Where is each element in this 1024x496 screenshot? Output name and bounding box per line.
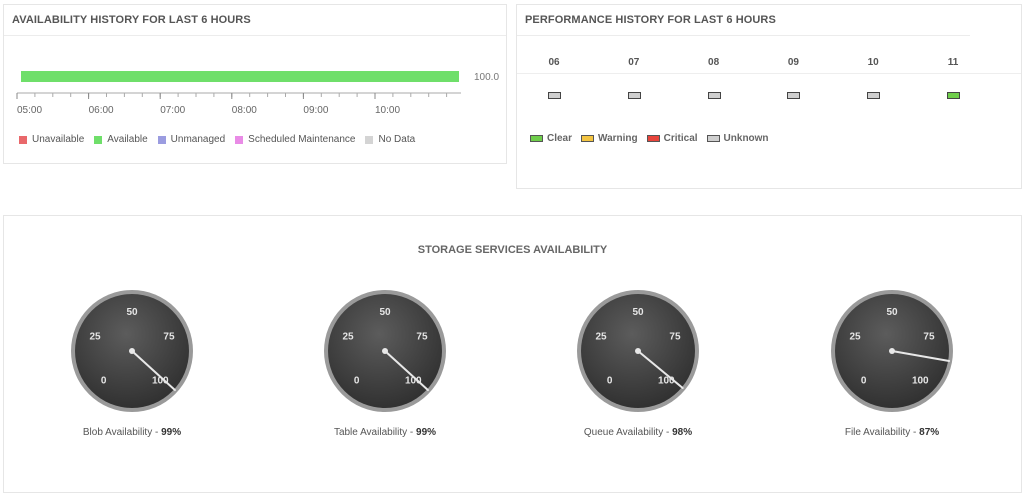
performance-hour-label: 10	[867, 57, 879, 68]
availability-legend-item[interactable]: No Data	[365, 134, 415, 145]
availability-axis-label: 07:00	[160, 105, 185, 116]
performance-history-title: PERFORMANCE HISTORY FOR LAST 6 HOURS	[517, 5, 970, 36]
performance-status-box[interactable]	[867, 92, 881, 99]
gauge-tick-label: 75	[163, 332, 175, 343]
gauge: 0 25 50 75 100	[305, 288, 465, 448]
gauge-dial: 0 25 50 75 100	[831, 290, 953, 412]
availability-legend-item[interactable]: Scheduled Maintenance	[235, 134, 355, 145]
performance-legend-item: Clear	[530, 133, 572, 144]
gauge-caption-label: Queue Availability -	[583, 427, 673, 438]
performance-status-box[interactable]	[787, 92, 801, 99]
gauge-tick-label: 50	[379, 307, 391, 318]
storage-services-title: STORAGE SERVICES AVAILABILITY	[417, 244, 608, 256]
legend-label: Unavailable	[32, 134, 85, 145]
storage-services-panel: STORAGE SERVICES AVAILABILITY 0 25 50 75 100…	[3, 215, 1022, 493]
availability-axis-label: 06:00	[89, 105, 114, 116]
gauge-tick-label: 0	[354, 375, 360, 386]
gauge-hub	[635, 348, 641, 354]
legend-label: Critical	[663, 133, 698, 144]
gauge-caption-value: 99%	[161, 427, 182, 438]
performance-legend-item: Warning	[581, 133, 638, 144]
availability-value-label: 100.0	[474, 72, 499, 83]
gauge-tick-label: 25	[595, 332, 607, 343]
availability-legend: Unavailable Available Unmanaged Scheduled M…	[19, 134, 425, 145]
gauge-tick-label: 25	[342, 332, 354, 343]
availability-axis-label: 10:00	[375, 105, 400, 116]
gauge-tick-label: 50	[126, 307, 138, 318]
performance-legend: Clear Warning Critical Unknown	[530, 133, 778, 144]
gauge-caption-label: Blob Availability -	[82, 427, 162, 438]
availability-legend-item[interactable]: Unmanaged	[157, 134, 226, 145]
performance-status-box[interactable]	[548, 92, 561, 99]
gauge-tick-label: 25	[89, 332, 101, 343]
legend-swatch	[19, 135, 27, 144]
availability-legend-item[interactable]: Available	[94, 134, 148, 145]
gauge-tick-label: 75	[416, 332, 428, 343]
gauge: 0 25 50 75 100	[812, 288, 972, 448]
availability-legend-item[interactable]: Unavailable	[19, 134, 84, 145]
gauge-caption-label: Table Availability -	[333, 427, 417, 438]
legend-swatch	[706, 135, 720, 142]
performance-hour-label: 08	[708, 57, 720, 68]
legend-swatch	[94, 135, 103, 144]
gauge-caption-value: 87%	[919, 427, 940, 438]
gauge-tick-label: 0	[101, 375, 107, 386]
gauge-dial: 0255075100	[577, 290, 699, 412]
legend-label: Available	[107, 134, 148, 145]
gauge-tick-label: 0	[861, 375, 867, 386]
performance-status-box[interactable]	[627, 92, 641, 99]
gauge-hub	[382, 348, 388, 354]
legend-label: Scheduled Maintenance	[248, 134, 356, 145]
gauge-caption: File Availability - 87%	[772, 427, 1012, 438]
gauge-caption-value: 99%	[416, 427, 437, 438]
gauge-dial: 0255075100	[324, 290, 446, 412]
legend-swatch	[581, 135, 595, 142]
performance-hour-label: 09	[787, 57, 799, 68]
gauge-caption-value: 98%	[672, 427, 693, 438]
legend-swatch	[157, 135, 166, 144]
performance-legend-item: Critical	[646, 133, 698, 144]
gauge-hub	[129, 348, 135, 354]
gauge-tick-label: 50	[632, 307, 644, 318]
gauge-tick-label: 25	[849, 332, 861, 343]
performance-hour-label: 11	[947, 57, 959, 68]
gauge-tick-label: 0	[607, 375, 613, 386]
performance-status-box[interactable]	[707, 92, 721, 99]
legend-swatch	[235, 135, 244, 144]
availability-history-panel: AVAILABILITY HISTORY FOR LAST 6 HOURS 10…	[3, 4, 507, 164]
legend-label: Unknown	[723, 133, 769, 144]
gauge-tick-label: 75	[923, 332, 935, 343]
gauge-tick-label: 75	[669, 332, 681, 343]
availability-axis-label: 05:00	[17, 105, 42, 116]
legend-swatch	[646, 135, 660, 142]
gauge-tick-label: 100	[912, 375, 929, 386]
gauge: 0 25 50 75 100	[558, 288, 718, 448]
performance-hour-label: 07	[628, 57, 640, 68]
performance-status-box[interactable]	[947, 92, 960, 99]
gauge: 0 25 50 75 100	[52, 288, 212, 448]
legend-label: Warning	[598, 133, 638, 144]
performance-history-panel: PERFORMANCE HISTORY FOR LAST 6 HOURS 06 0…	[516, 4, 1022, 189]
legend-label: Unmanaged	[170, 134, 226, 145]
availability-timeline-chart: 100.0 05:00 06:00 07:00 08:00 09:00 10:00	[16, 71, 499, 116]
legend-label: No Data	[378, 134, 416, 145]
gauge-dial: 0255075100	[71, 290, 193, 412]
gauge-caption: Table Availability - 99%	[265, 427, 505, 438]
legend-label: Clear	[547, 133, 573, 144]
performance-legend-item: Unknown	[706, 133, 769, 144]
availability-axis-label: 09:00	[303, 105, 328, 116]
availability-axis-label: 08:00	[232, 105, 257, 116]
gauge-caption: Blob Availability - 99%	[12, 427, 252, 438]
performance-hour-label: 06	[548, 57, 560, 68]
availability-bar-available	[21, 71, 459, 82]
availability-history-title: AVAILABILITY HISTORY FOR LAST 6 HOURS	[4, 5, 506, 36]
performance-divider	[517, 73, 1021, 74]
gauge-tick-label: 50	[886, 307, 898, 318]
legend-swatch	[530, 135, 543, 142]
gauge-caption-label: File Availability -	[844, 427, 920, 438]
gauge-caption: Queue Availability - 98%	[518, 427, 758, 438]
legend-swatch	[365, 135, 374, 144]
gauge-hub	[889, 348, 895, 354]
